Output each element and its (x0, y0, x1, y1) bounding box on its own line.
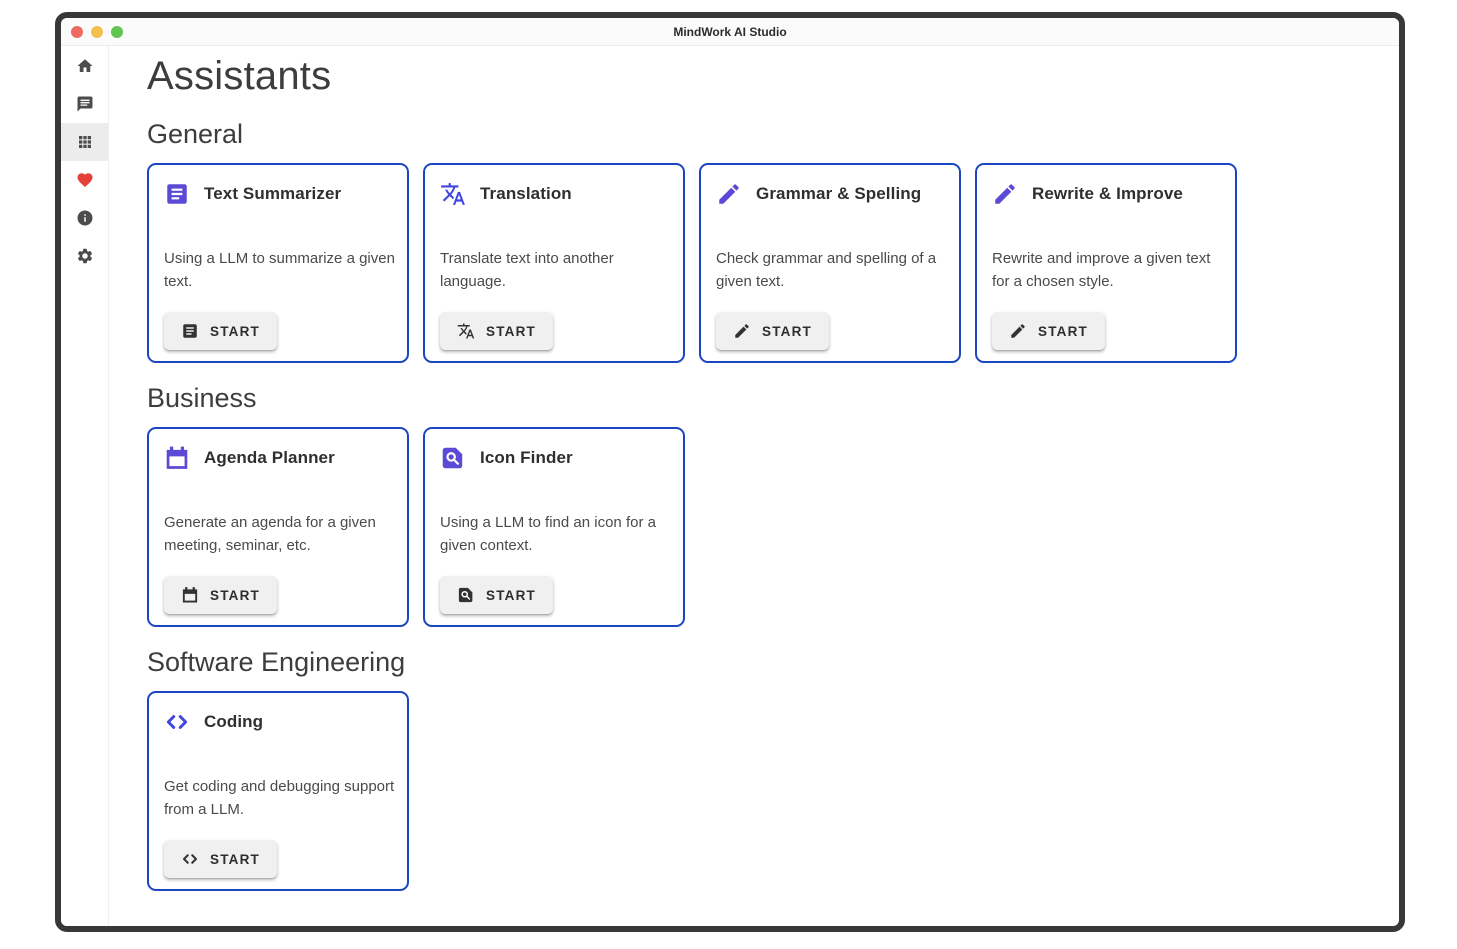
card-description: Generate an agenda for a given meeting, … (164, 511, 395, 557)
sidebar (61, 46, 109, 926)
card-row-general: Text Summarizer Using a LLM to summarize… (147, 163, 1379, 363)
start-button-grammar-spelling[interactable]: START (716, 312, 829, 350)
sidebar-item-settings[interactable] (61, 237, 108, 275)
card-title: Grammar & Spelling (756, 184, 921, 204)
assistant-card-rewrite-improve: Rewrite & Improve Rewrite and improve a … (975, 163, 1237, 363)
sidebar-item-chat[interactable] (61, 85, 108, 123)
card-header: Text Summarizer (164, 181, 395, 207)
apps-grid-icon (76, 133, 94, 151)
window-title: MindWork AI Studio (61, 25, 1399, 39)
start-button-coding[interactable]: START (164, 840, 277, 878)
page-title: Assistants (147, 54, 1379, 99)
assistant-card-grammar-spelling: Grammar & Spelling Check grammar and spe… (699, 163, 961, 363)
card-row-business: Agenda Planner Generate an agenda for a … (147, 427, 1379, 627)
start-button-text-summarizer[interactable]: START (164, 312, 277, 350)
start-button-rewrite-improve[interactable]: START (992, 312, 1105, 350)
section-heading-general: General (147, 119, 1379, 150)
pencil-icon (716, 181, 742, 207)
start-button-icon-finder[interactable]: START (440, 576, 553, 614)
code-icon (164, 709, 190, 735)
card-header: Icon Finder (440, 445, 671, 471)
translate-icon (440, 181, 466, 207)
app-window: MindWork AI Studio (55, 12, 1405, 932)
icon-search-icon (440, 445, 466, 471)
sidebar-item-home[interactable] (61, 47, 108, 85)
titlebar: MindWork AI Studio (61, 18, 1399, 46)
maximize-button[interactable] (111, 26, 123, 38)
card-header: Agenda Planner (164, 445, 395, 471)
assistant-card-icon-finder: Icon Finder Using a LLM to find an icon … (423, 427, 685, 627)
card-header: Grammar & Spelling (716, 181, 947, 207)
article-icon (181, 322, 199, 340)
card-title: Rewrite & Improve (1032, 184, 1183, 204)
assistant-card-agenda-planner: Agenda Planner Generate an agenda for a … (147, 427, 409, 627)
start-button-label: START (1038, 324, 1088, 339)
card-description: Rewrite and improve a given text for a c… (992, 247, 1223, 293)
minimize-button[interactable] (91, 26, 103, 38)
card-description: Get coding and debugging support from a … (164, 775, 395, 821)
section-heading-business: Business (147, 383, 1379, 414)
card-description: Using a LLM to summarize a given text. (164, 247, 395, 293)
start-button-translation[interactable]: START (440, 312, 553, 350)
card-title: Icon Finder (480, 448, 573, 468)
sidebar-item-favorites[interactable] (61, 161, 108, 199)
info-icon (76, 209, 94, 227)
start-button-label: START (210, 852, 260, 867)
assistant-card-text-summarizer: Text Summarizer Using a LLM to summarize… (147, 163, 409, 363)
calendar-icon (181, 586, 199, 604)
chat-icon (76, 95, 94, 113)
card-header: Translation (440, 181, 671, 207)
card-description: Translate text into another language. (440, 247, 671, 293)
assistant-card-translation: Translation Translate text into another … (423, 163, 685, 363)
sidebar-item-assistants[interactable] (61, 123, 108, 161)
traffic-lights (71, 26, 123, 38)
start-button-label: START (486, 324, 536, 339)
card-header: Rewrite & Improve (992, 181, 1223, 207)
card-description: Using a LLM to find an icon for a given … (440, 511, 671, 557)
card-title: Translation (480, 184, 572, 204)
start-button-label: START (762, 324, 812, 339)
pencil-icon (992, 181, 1018, 207)
code-icon (181, 850, 199, 868)
start-button-label: START (210, 588, 260, 603)
pencil-icon (1009, 322, 1027, 340)
main-area: Assistants General Text Summarizer Using… (61, 46, 1399, 926)
gear-icon (76, 247, 94, 265)
start-button-agenda-planner[interactable]: START (164, 576, 277, 614)
card-row-software-engineering: Coding Get coding and debugging support … (147, 691, 1379, 891)
article-icon (164, 181, 190, 207)
card-title: Agenda Planner (204, 448, 335, 468)
main-content: Assistants General Text Summarizer Using… (109, 46, 1399, 926)
section-heading-software-engineering: Software Engineering (147, 647, 1379, 678)
card-title: Coding (204, 712, 263, 732)
home-icon (76, 57, 94, 75)
card-header: Coding (164, 709, 395, 735)
close-button[interactable] (71, 26, 83, 38)
heart-icon (76, 171, 94, 189)
start-button-label: START (486, 588, 536, 603)
translate-icon (457, 322, 475, 340)
desktop-background: MindWork AI Studio (0, 0, 1457, 949)
icon-search-icon (457, 586, 475, 604)
assistant-card-coding: Coding Get coding and debugging support … (147, 691, 409, 891)
pencil-icon (733, 322, 751, 340)
calendar-icon (164, 445, 190, 471)
card-title: Text Summarizer (204, 184, 341, 204)
card-description: Check grammar and spelling of a given te… (716, 247, 947, 293)
start-button-label: START (210, 324, 260, 339)
sidebar-item-about[interactable] (61, 199, 108, 237)
